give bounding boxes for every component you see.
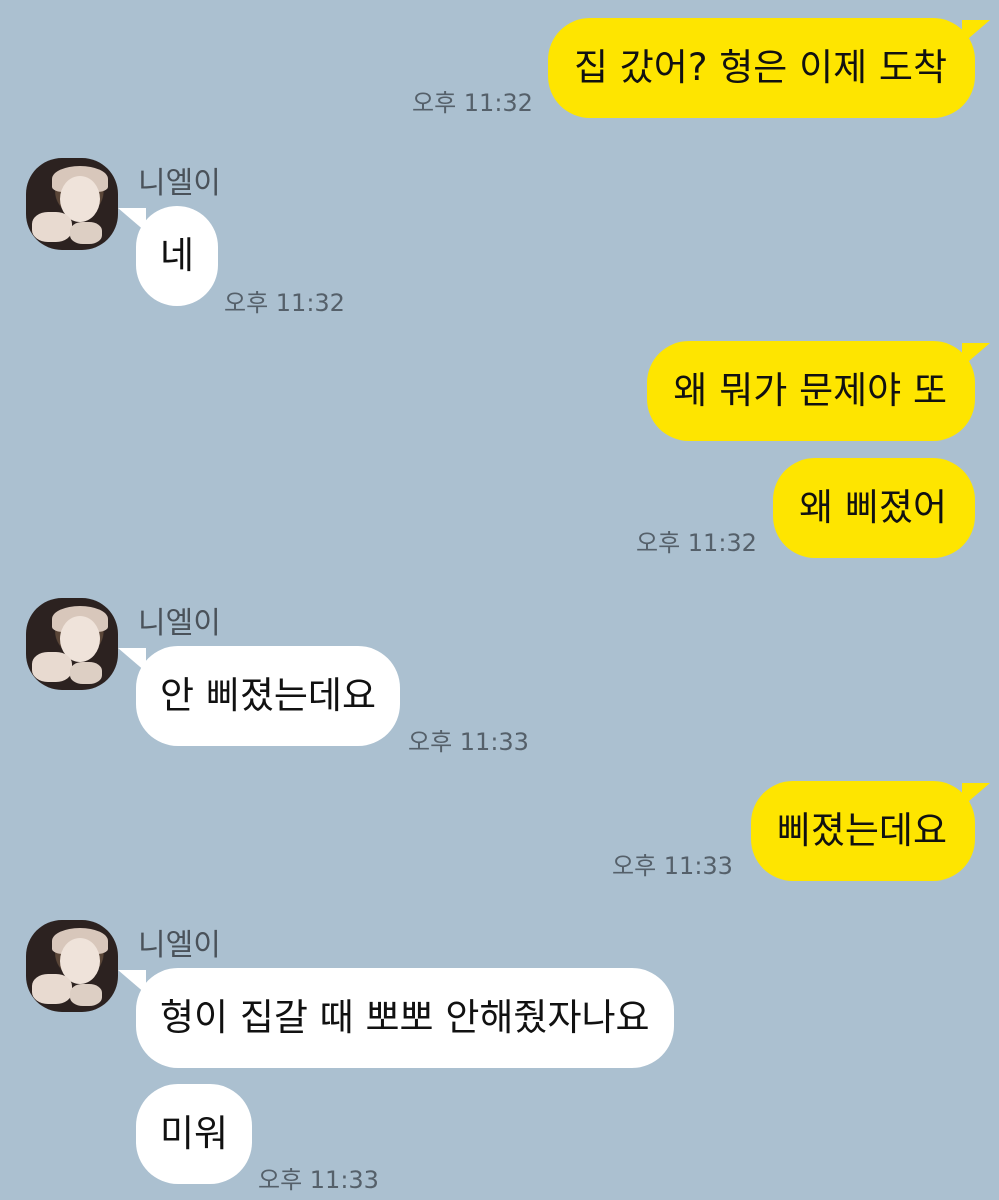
outgoing-message-bubble[interactable]: 왜 삐졌어 — [773, 458, 975, 558]
outgoing-message-bubble[interactable]: 삐졌는데요 — [750, 781, 975, 881]
contact-avatar[interactable] — [26, 598, 118, 690]
avatar-hand — [70, 662, 102, 684]
message-timestamp: 오후 11:32 — [224, 289, 345, 317]
message-text: 왜 삐졌어 — [799, 486, 947, 529]
message-text: 집 갔어? 형은 이제 도착 — [573, 46, 947, 89]
bubble-tail — [962, 783, 990, 807]
incoming-message-bubble[interactable]: 안 삐졌는데요 — [136, 646, 401, 746]
bubble-tail — [962, 343, 990, 367]
incoming-message-bubble[interactable]: 미워 — [136, 1084, 253, 1184]
avatar-hand — [70, 984, 102, 1006]
contact-avatar[interactable] — [26, 158, 118, 250]
message-timestamp: 오후 11:33 — [612, 852, 733, 880]
message-text: 안 삐졌는데요 — [160, 674, 377, 717]
message-text: 형이 집갈 때 뽀뽀 안해줬자나요 — [160, 996, 650, 1039]
sender-name: 니엘이 — [138, 166, 221, 201]
avatar-hand — [70, 222, 102, 244]
message-text: 네 — [160, 234, 195, 277]
contact-avatar[interactable] — [26, 920, 118, 1012]
outgoing-message-bubble[interactable]: 집 갔어? 형은 이제 도착 — [547, 18, 975, 118]
message-text: 미워 — [160, 1112, 229, 1155]
incoming-message-bubble[interactable]: 네 — [136, 206, 219, 306]
chat-area[interactable]: 집 갔어? 형은 이제 도착 오후 11:32 니엘이 네 오후 11:32 왜… — [0, 0, 999, 1200]
sender-name: 니엘이 — [138, 606, 221, 641]
message-timestamp: 오후 11:32 — [412, 89, 533, 117]
outgoing-message-bubble[interactable]: 왜 뭐가 문제야 또 — [647, 341, 975, 441]
incoming-message-bubble[interactable]: 형이 집갈 때 뽀뽀 안해줬자나요 — [136, 968, 674, 1068]
avatar-hand — [32, 652, 72, 682]
message-timestamp: 오후 11:32 — [636, 529, 757, 557]
message-timestamp: 오후 11:33 — [258, 1166, 379, 1194]
avatar-hand — [32, 974, 72, 1004]
sender-name: 니엘이 — [138, 928, 221, 963]
bubble-tail — [962, 20, 990, 44]
message-text: 삐졌는데요 — [776, 809, 947, 852]
avatar-hand — [32, 212, 72, 242]
message-text: 왜 뭐가 문제야 또 — [673, 369, 947, 412]
message-timestamp: 오후 11:33 — [408, 728, 529, 756]
